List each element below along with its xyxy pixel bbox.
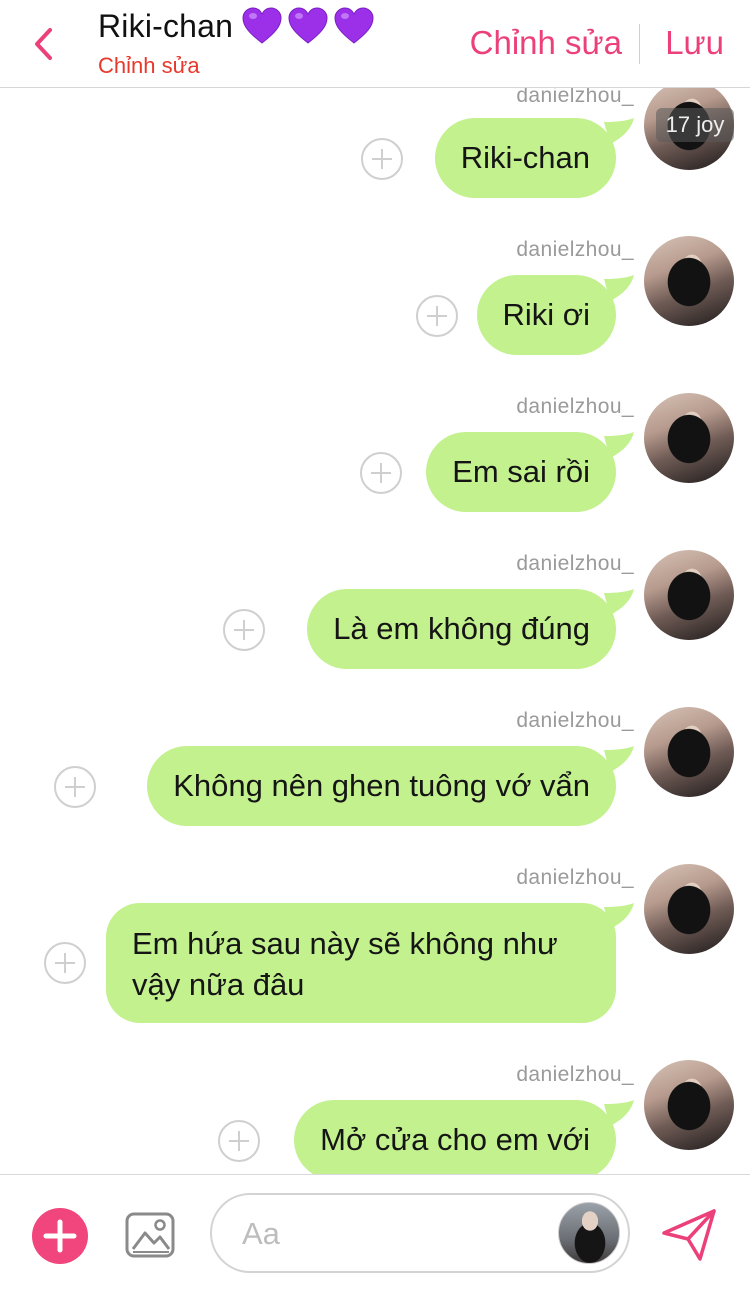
- message-text: Em sai rồi: [452, 454, 590, 489]
- message-bubble[interactable]: Là em không đúng: [307, 589, 616, 669]
- sender-name: danielzhou_: [516, 1063, 634, 1086]
- header-divider: [639, 24, 640, 64]
- edit-button[interactable]: Chỉnh sửa: [470, 24, 622, 62]
- plus-icon: [43, 1219, 77, 1253]
- message-bubble[interactable]: Riki-chan: [434, 118, 616, 198]
- message-bubble[interactable]: Riki ơi: [476, 275, 616, 355]
- sender-name: danielzhou_: [516, 238, 634, 261]
- sender-name: danielzhou_: [516, 395, 634, 418]
- avatar[interactable]: [644, 236, 734, 326]
- chat-header: Riki-chan Chỉnh sửa Chỉnh sửa Lưu: [0, 0, 750, 88]
- purple-heart-icon: [242, 7, 282, 44]
- purple-heart-icon: [334, 7, 374, 44]
- avatar[interactable]: [644, 393, 734, 483]
- composer-bar: [0, 1174, 750, 1294]
- message-text: Không nên ghen tuông vớ vẩn: [173, 768, 590, 803]
- purple-heart-icon: [288, 7, 328, 44]
- chat-subtitle[interactable]: Chỉnh sửa: [98, 53, 375, 79]
- avatar[interactable]: [644, 707, 734, 797]
- image-icon[interactable]: [124, 1209, 176, 1261]
- send-icon[interactable]: [660, 1207, 718, 1263]
- avatar[interactable]: [644, 550, 734, 640]
- message-text: Là em không đúng: [333, 611, 590, 646]
- circle-plus-icon[interactable]: [217, 1119, 261, 1163]
- avatar[interactable]: [558, 1202, 620, 1264]
- hearts-group: [241, 6, 375, 46]
- avatar[interactable]: [644, 1060, 734, 1150]
- message-text: Mở cửa cho em với: [320, 1122, 590, 1157]
- message-bubble[interactable]: Mở cửa cho em với: [294, 1100, 616, 1174]
- message-bubble[interactable]: Không nên ghen tuông vớ vẩn: [147, 746, 616, 826]
- watermark-text: 17 joy: [656, 108, 734, 142]
- circle-plus-icon[interactable]: [53, 765, 97, 809]
- message-list[interactable]: danielzhou_ 17 joy Riki-chan danielzhou_…: [0, 0, 750, 1174]
- message-text: Em hứa sau này sẽ không như vậy nữa đâu: [132, 926, 558, 1002]
- message-bubble[interactable]: Em sai rồi: [426, 432, 616, 512]
- chat-title: Riki-chan: [98, 7, 234, 44]
- title-group[interactable]: Riki-chan Chỉnh sửa: [98, 4, 375, 79]
- chevron-left-icon[interactable]: [22, 18, 66, 70]
- circle-plus-icon[interactable]: [359, 451, 403, 495]
- circle-plus-icon[interactable]: [222, 608, 266, 652]
- message-text: Riki-chan: [460, 140, 590, 175]
- save-button[interactable]: Lưu: [665, 24, 724, 62]
- chat-screen: danielzhou_ 17 joy Riki-chan danielzhou_…: [0, 0, 750, 1294]
- message-bubble[interactable]: Em hứa sau này sẽ không như vậy nữa đâu: [106, 903, 616, 1023]
- sender-name: danielzhou_: [516, 866, 634, 889]
- sender-name: danielzhou_: [516, 552, 634, 575]
- circle-plus-icon[interactable]: [43, 941, 87, 985]
- circle-plus-icon[interactable]: [415, 294, 459, 338]
- avatar[interactable]: [644, 864, 734, 954]
- message-text: Riki ơi: [502, 297, 591, 332]
- message-input[interactable]: [240, 1209, 544, 1259]
- message-input-wrapper[interactable]: [210, 1193, 630, 1273]
- circle-plus-icon[interactable]: [360, 137, 404, 181]
- add-button[interactable]: [32, 1208, 88, 1264]
- sender-name: danielzhou_: [516, 709, 634, 732]
